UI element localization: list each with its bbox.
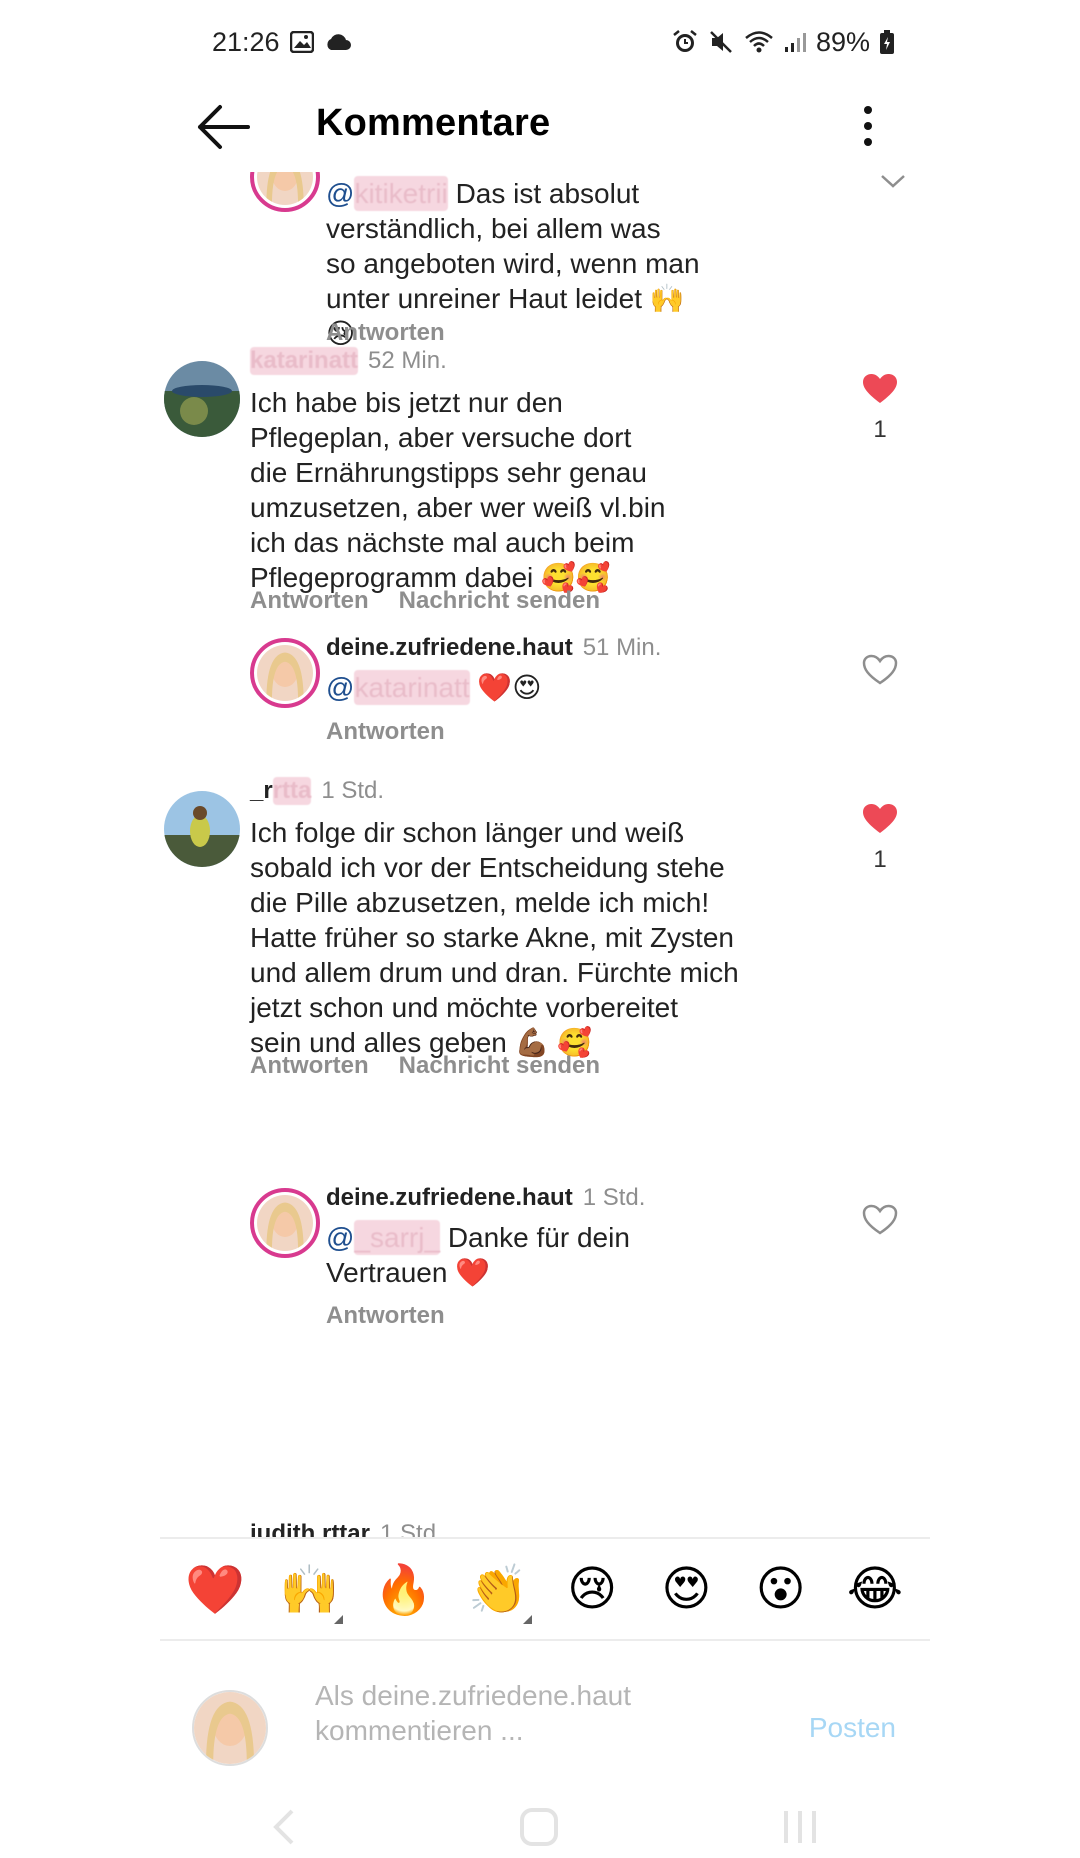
battery-percent: 89% [815,26,870,57]
status-time: 21:26 [212,26,280,57]
comment-time: 52 Min. [368,347,447,374]
more-options-button[interactable] [860,104,876,148]
comment-time: 1 Std. [582,1184,646,1211]
comment-username[interactable]: _rrtta [250,777,312,805]
reply-button[interactable]: Antworten [250,1052,369,1079]
back-button[interactable] [196,104,252,150]
heart-filled-icon [863,374,897,403]
mention-link[interactable]: @katarinatt [326,670,470,705]
avatar-image [164,791,240,867]
avatar-image [164,361,240,437]
comment-text: Ich folge dir schon länger und weiß soba… [250,817,739,1058]
skin-tone-indicator-icon [522,1614,532,1624]
reaction-laughing[interactable]: 😂 [835,1561,915,1617]
comment-actions: Antworten [326,1302,475,1330]
more-vert-icon [864,106,872,146]
reaction-surprised[interactable]: 😮 [741,1561,821,1617]
reaction-clapping[interactable]: 👏 [458,1561,538,1624]
status-bar: 21:26 89% [212,22,894,62]
post-button[interactable]: Posten [809,1712,896,1744]
comment-text: @_sarrj_ Danke für dein Vertrauen ❤️ [326,1220,630,1288]
reaction-bar: ❤️ 🙌 🔥 👏 😢 😍 😮 😂 [160,1537,930,1641]
comment-header: deine.zufriedene.haut 51 Min. [326,634,661,662]
avatar[interactable] [250,638,320,708]
comment-header: katarinatt 52 Min. [250,347,447,375]
cloud-icon [324,33,352,51]
reaction-fire[interactable]: 🔥 [364,1561,444,1618]
send-message-button[interactable]: Nachricht senden [399,1052,600,1079]
avatar [192,1690,268,1766]
battery-icon [880,30,894,54]
reaction-heart[interactable]: ❤️ [175,1561,255,1618]
avatar[interactable] [164,361,240,437]
back-arrow-icon [198,105,250,149]
nav-home-icon[interactable] [519,1807,559,1852]
like-button[interactable]: 1 [860,803,900,874]
comment-actions: Antworten [326,319,475,347]
comment-username[interactable]: judith.rttar [250,1520,370,1537]
comment-username[interactable]: deine.zufriedene.haut [326,1184,573,1211]
comment-composer: Als deine.zufriedene.haut kommentieren .… [160,1660,930,1770]
nav-recents-icon[interactable] [780,1807,820,1852]
comment-actions: Antworten [326,718,475,746]
reply-button[interactable]: Antworten [250,587,369,614]
avatar[interactable] [250,172,320,212]
nav-back-icon[interactable] [270,1807,298,1852]
avatar[interactable] [250,1188,320,1258]
send-message-button[interactable]: Nachricht senden [399,587,600,614]
collapse-chevron-icon[interactable] [880,174,906,193]
mention-link[interactable]: @_sarrj_ [326,1220,441,1255]
like-count: 1 [873,846,887,873]
heart-outline-icon [862,654,898,685]
comment-input[interactable]: Als deine.zufriedene.haut kommentieren .… [315,1678,631,1748]
page-title: Kommentare [316,102,551,144]
like-count: 1 [873,416,887,443]
comment-username[interactable]: katarinatt [250,347,359,375]
comment-time: 1 Std [380,1520,437,1537]
mute-icon [708,29,734,55]
comment-actions: Antworten Nachricht senden [250,587,630,615]
reply-button[interactable]: Antworten [326,1302,445,1329]
avatar-image [194,1692,266,1764]
system-nav-bar [160,1800,930,1858]
reply-button[interactable]: Antworten [326,319,445,346]
like-button[interactable] [860,654,900,691]
reaction-heart-eyes[interactable]: 😍 [646,1561,726,1617]
gallery-icon [289,31,314,53]
reply-button[interactable]: Antworten [326,718,445,745]
comment-text: Ich habe bis jetzt nur den Pflegeplan, a… [250,387,666,593]
reaction-crying[interactable]: 😢 [552,1561,632,1617]
avatar-image [257,172,313,205]
comment-header: judith.rttar 1 Std [250,1520,436,1537]
like-button[interactable]: 1 [860,373,900,444]
heart-filled-icon [863,804,897,833]
avatar-image [257,1195,313,1251]
like-button[interactable] [860,1204,900,1241]
comment-actions: Antworten Nachricht senden [250,1052,630,1080]
avatar-image [257,645,313,701]
comments-list: @kitiketrii Das ist absolut verständlich… [160,172,930,1537]
comment-header: deine.zufriedene.haut 1 Std. [326,1184,645,1212]
wifi-icon [744,30,774,54]
avatar[interactable] [164,791,240,867]
comment-header: _rrtta 1 Std. [250,777,384,805]
mention-link[interactable]: @kitiketrii [326,176,448,211]
signal-icon [784,31,806,53]
comment-text: @katarinatt ❤️😍 [326,670,542,705]
alarm-icon [672,29,698,55]
heart-outline-icon [862,1204,898,1235]
comment-time: 51 Min. [582,634,662,661]
skin-tone-indicator-icon [334,1614,344,1624]
reaction-raised-hands[interactable]: 🙌 [269,1561,349,1624]
comment-time: 1 Std. [321,777,385,804]
comment-username[interactable]: deine.zufriedene.haut [326,634,573,661]
app-screen: 21:26 89% Kommentare @kitiketrii Das ist… [160,0,930,1858]
header: Kommentare [160,92,930,162]
